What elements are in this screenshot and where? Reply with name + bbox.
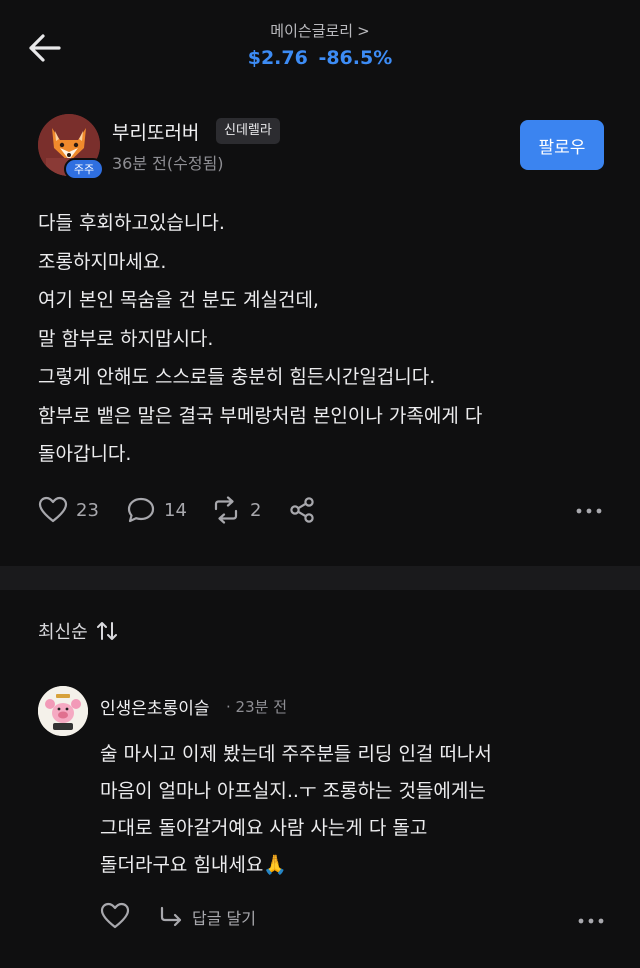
- post-line: 여기 본인 목숨을 건 분도 계실건데,: [38, 289, 319, 311]
- chevron-right-icon: >: [357, 22, 370, 40]
- more-dots-icon: [576, 508, 602, 514]
- stock-price: $2.76: [247, 47, 308, 69]
- post-line: 다들 후회하고있습니다.: [38, 212, 225, 234]
- share-button[interactable]: [288, 492, 316, 528]
- post-actions: 23 14 2: [38, 492, 608, 528]
- comment-more-options-button[interactable]: [578, 910, 604, 929]
- heart-icon: [38, 496, 68, 523]
- repost-icon: [214, 496, 238, 524]
- comment-body: 술 마시고 이제 봤는데 주주분들 리딩 인걸 떠나서 마음이 얼마나 아프실지…: [100, 736, 620, 884]
- like-count: 23: [76, 499, 99, 521]
- post-line: 함부로 뱉은 말은 결국 부메랑처럼 본인이나 가족에게 다: [38, 404, 483, 427]
- speech-bubble-icon: [127, 497, 155, 523]
- post-time: 36분 전(수정됨): [112, 154, 224, 173]
- post-line: 돌아갑니다.: [38, 443, 132, 465]
- stock-name: 메이슨글로리: [270, 22, 354, 40]
- like-button[interactable]: 23: [38, 492, 99, 528]
- post-line: 말 함부로 하지맙시다.: [38, 327, 214, 350]
- section-divider: [0, 566, 640, 590]
- sort-toggle[interactable]: 최신순: [38, 618, 118, 644]
- comment-author[interactable]: 인생은초롱이슬: [100, 694, 209, 719]
- repost-count: 2: [250, 499, 262, 521]
- more-options-button[interactable]: [576, 500, 602, 519]
- comment-count: 14: [164, 499, 187, 521]
- share-icon: [290, 497, 314, 523]
- post-author[interactable]: 부리또러버: [112, 118, 199, 145]
- heart-icon: [100, 902, 130, 929]
- post-line: 그렇게 안해도 스스로들 충분히 힘든시간일겁니다.: [38, 366, 436, 388]
- comment-button[interactable]: 14: [126, 492, 187, 528]
- reply-button[interactable]: 답글 달기: [158, 900, 256, 934]
- post-body: 다들 후회하고있습니다. 조롱하지마세요. 여기 본인 목숨을 건 분도 계실건…: [38, 204, 608, 474]
- rank-badge: 신데렐라: [216, 118, 280, 144]
- comment-line: 마음이 얼마나 아프실지..ㅜ 조롱하는 것들에게는: [100, 780, 486, 802]
- post-line: 조롱하지마세요.: [38, 250, 167, 273]
- comment-like-button[interactable]: [100, 902, 130, 934]
- more-dots-icon: [578, 918, 604, 924]
- comment-line: 술 마시고 이제 봤는데 주주분들 리딩 인걸 떠나서: [100, 743, 492, 765]
- reply-label: 답글 달기: [192, 909, 256, 928]
- header: 메이슨글로리 > $2.76 -86.5%: [0, 0, 640, 96]
- stock-name-row[interactable]: 메이슨글로리 >: [0, 20, 640, 41]
- comment-line: 그대로 돌아갈거예요 사람 사는게 다 돌고: [100, 817, 428, 839]
- repost-button[interactable]: 2: [210, 492, 261, 528]
- shareholder-badge: 주주: [64, 158, 104, 180]
- comment-actions: 답글 달기: [100, 900, 610, 934]
- stock-summary[interactable]: 메이슨글로리 > $2.76 -86.5%: [0, 20, 640, 69]
- stock-price-row: $2.76 -86.5%: [0, 47, 640, 69]
- sort-label: 최신순: [38, 622, 88, 643]
- stock-change: -86.5%: [318, 47, 393, 69]
- comment-time: · 23분 전: [226, 698, 287, 716]
- comment-line: 돌더라구요 힘내세요🙏: [100, 854, 288, 876]
- commenter-avatar[interactable]: [38, 686, 88, 736]
- pig-character-avatar-icon: [38, 686, 88, 736]
- follow-button[interactable]: 팔로우: [520, 120, 604, 170]
- reply-arrow-icon: [160, 906, 182, 927]
- sort-arrows-icon: [96, 622, 117, 640]
